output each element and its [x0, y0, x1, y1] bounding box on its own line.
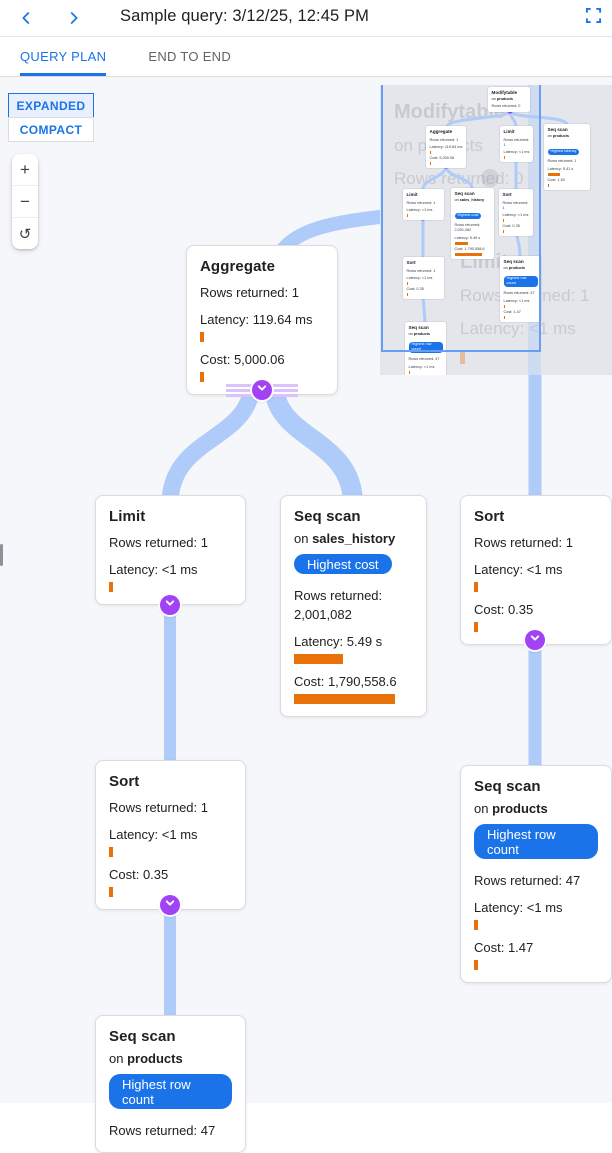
- mini-node-metric: Rows returned: 47: [409, 357, 443, 362]
- node-metric: Latency: <1 ms: [474, 898, 598, 917]
- node-title: Sort: [109, 773, 232, 790]
- metric-bar: [200, 372, 204, 382]
- minimap[interactable]: Modifytable on products Rows returned: 0…: [380, 85, 612, 375]
- plus-icon: +: [20, 160, 30, 180]
- node-metric: Cost: 0.35: [474, 600, 598, 619]
- node-title: Aggregate: [200, 258, 324, 275]
- mini-metric-bar: [548, 184, 550, 187]
- mini-node-metric: Latency: 5.41 s: [548, 167, 587, 172]
- active-tab-underline: [20, 73, 106, 76]
- node-metric: Rows returned: 1: [200, 283, 324, 302]
- minimap-node-seq-scan-latency: Seq scanon productsHighest latencyRows r…: [544, 124, 590, 190]
- left-scroll-indicator: [0, 544, 3, 566]
- node-badge: Highest row count: [474, 824, 598, 859]
- metric-bar: [474, 960, 478, 970]
- mini-node-metric: Cost: 1.50: [548, 178, 587, 183]
- node-metric: Latency: <1 ms: [474, 560, 598, 579]
- chevron-down-icon: [162, 895, 178, 916]
- chevron-right-icon: [66, 10, 82, 26]
- forward-button[interactable]: [62, 6, 86, 30]
- collapse-button-sort-left-expand[interactable]: [160, 895, 180, 915]
- node-table-name: on products: [109, 1050, 232, 1068]
- mini-metric-bar: [409, 371, 411, 374]
- expanded-button[interactable]: EXPANDED: [8, 93, 94, 118]
- plan-node-sort-left[interactable]: Sort Rows returned: 1 Latency: <1 ms Cost: …: [95, 760, 246, 910]
- view-toggle: EXPANDED COMPACT: [8, 93, 94, 142]
- node-table-name: on sales_history: [294, 530, 413, 548]
- node-metric: Latency: <1 ms: [109, 560, 232, 579]
- node-badge: Highest row count: [109, 1074, 232, 1109]
- node-metric: Rows returned: 2,001,082: [294, 586, 413, 624]
- minus-icon: −: [20, 192, 30, 212]
- tab-query-plan[interactable]: QUERY PLAN: [20, 37, 106, 76]
- mini-metric-bar: [548, 173, 560, 176]
- metric-bar: [294, 694, 395, 704]
- node-metric: Cost: 5,000.06: [200, 350, 324, 369]
- mini-node-metric: Latency: <1 ms: [409, 365, 443, 370]
- zoom-in-button[interactable]: +: [12, 154, 38, 185]
- chevron-left-icon: [18, 10, 34, 26]
- tab-bar: QUERY PLAN END TO END: [0, 37, 612, 77]
- metric-bar: [109, 847, 113, 857]
- fullscreen-button[interactable]: [582, 7, 604, 29]
- plan-node-aggregate[interactable]: Aggregate Rows returned: 1 Latency: 119.64…: [186, 245, 338, 395]
- compact-button[interactable]: COMPACT: [8, 117, 94, 142]
- metric-bar: [109, 582, 113, 592]
- node-metric: Rows returned: 1: [109, 533, 232, 552]
- minimap-viewport[interactable]: [381, 85, 541, 352]
- collapse-button-sort-right-expand[interactable]: [525, 630, 545, 650]
- node-metric: Rows returned: 1: [474, 533, 598, 552]
- node-title: Seq scan: [474, 778, 598, 795]
- mini-node-badge: Highest latency: [548, 149, 580, 155]
- node-title: Sort: [474, 508, 598, 525]
- back-button[interactable]: [14, 6, 38, 30]
- metric-bar: [474, 622, 478, 632]
- plan-node-limit[interactable]: Limit Rows returned: 1 Latency: <1 ms: [95, 495, 246, 605]
- tab-end-to-end[interactable]: END TO END: [148, 37, 231, 76]
- node-metric: Latency: 5.49 s: [294, 632, 413, 651]
- node-metric: Rows returned: 1: [109, 798, 232, 817]
- node-table-name: on products: [474, 800, 598, 818]
- chevron-down-icon: [162, 595, 178, 616]
- page-title: Sample query: 3/12/25, 12:45 PM: [120, 7, 369, 26]
- tab-end-to-end-label: END TO END: [148, 49, 231, 64]
- node-metric: Cost: 1,790,558.6: [294, 672, 413, 691]
- metric-bar: [474, 582, 478, 592]
- mini-node-table-name: on products: [548, 134, 587, 140]
- reset-icon: ↺: [19, 225, 32, 243]
- mini-node-metric: Rows returned: 1: [548, 159, 587, 164]
- node-metric: Latency: <1 ms: [109, 825, 232, 844]
- chevron-down-icon: [527, 630, 543, 651]
- collapse-button-aggregate-expand[interactable]: [252, 380, 272, 400]
- zoom-out-button[interactable]: −: [12, 185, 38, 217]
- fullscreen-icon: [585, 7, 602, 29]
- node-metric: Rows returned: 47: [474, 871, 598, 890]
- node-metric: Latency: 119.64 ms: [200, 310, 324, 329]
- metric-bar: [109, 887, 113, 897]
- plan-node-seq-scan-products-right[interactable]: Seq scan on products Highest row count Rows…: [460, 765, 612, 983]
- node-metric: Cost: 0.35: [109, 865, 232, 884]
- reset-zoom-button[interactable]: ↺: [12, 217, 38, 249]
- node-title: Seq scan: [109, 1028, 232, 1045]
- chevron-down-icon: [254, 380, 270, 401]
- metric-bar: [474, 920, 478, 930]
- plan-node-seq-scan-sales-history[interactable]: Seq scan on sales_history Highest cost Rows…: [280, 495, 427, 717]
- node-metric: Cost: 1.47: [474, 938, 598, 957]
- metric-bar: [200, 332, 204, 342]
- metric-bar: [294, 654, 343, 664]
- collapse-button-limit-expand[interactable]: [160, 595, 180, 615]
- plan-node-seq-scan-products-bottom[interactable]: Seq scan on products Highest row count Rows…: [95, 1015, 246, 1153]
- plan-node-sort-right[interactable]: Sort Rows returned: 1 Latency: <1 ms Cost: …: [460, 495, 612, 645]
- tab-query-plan-label: QUERY PLAN: [20, 49, 106, 64]
- node-badge: Highest cost: [294, 554, 392, 574]
- node-metric: Rows returned: 47: [109, 1121, 232, 1140]
- node-title: Seq scan: [294, 508, 413, 525]
- node-title: Limit: [109, 508, 232, 525]
- header: Sample query: 3/12/25, 12:45 PM: [0, 0, 612, 37]
- zoom-controls: + − ↺: [12, 154, 38, 249]
